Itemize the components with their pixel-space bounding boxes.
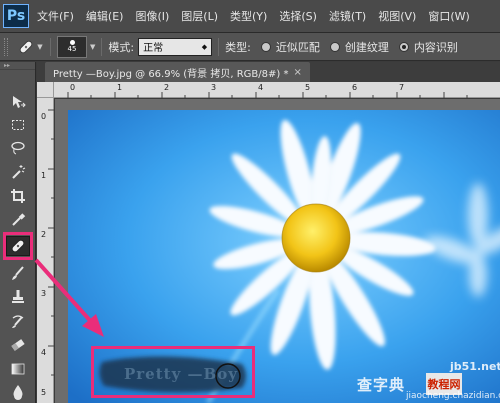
crop-tool[interactable] [6, 186, 30, 206]
photoshop-window: Ps 文件(F) 编辑(E) 图像(I) 图层(L) 类型(Y) 选择(S) 滤… [0, 0, 500, 403]
gradient-tool[interactable] [6, 359, 30, 379]
ruler-label: 3 [41, 289, 47, 298]
brush-tool[interactable] [6, 263, 30, 283]
ruler-label: 6 [352, 83, 358, 92]
ruler-label: 1 [117, 83, 123, 92]
menu-image[interactable]: 图像(I) [135, 8, 169, 24]
brush-icon [12, 266, 24, 280]
divider [101, 37, 103, 56]
menu-layer[interactable]: 图层(L) [181, 8, 218, 24]
radio-proximity-match-label: 近似匹配 [275, 40, 320, 54]
close-icon[interactable]: × [293, 67, 301, 78]
watermark-brand: 查字典 [357, 376, 406, 394]
tools-panel-header[interactable]: ▸▸ [0, 62, 35, 70]
brush-size: 45 [67, 45, 77, 53]
ruler-vertical[interactable]: 0 1 2 3 4 5 [37, 98, 54, 403]
chevron-down-icon[interactable]: ▼ [90, 43, 95, 51]
watermark-domain: jiaocheng.chazidian.com [406, 391, 500, 401]
menu-type[interactable]: 类型(Y) [230, 8, 267, 24]
eyedropper-tool[interactable] [6, 210, 30, 230]
radio-create-texture-label: 创建纹理 [344, 40, 389, 54]
radio-proximity-match[interactable] [260, 41, 271, 52]
eraser-icon [11, 339, 25, 351]
ruler-origin[interactable] [37, 82, 54, 98]
chevron-updown-icon: ◆ [201, 42, 208, 51]
menu-bar: Ps 文件(F) 编辑(E) 图像(I) 图层(L) 类型(Y) 选择(S) 滤… [0, 0, 500, 33]
document-tab[interactable]: Pretty —Boy.jpg @ 66.9% (背景 拷贝, RGB/8#) … [45, 62, 310, 82]
history-brush-tool[interactable] [6, 311, 30, 331]
radio-content-aware-label: 内容识别 [413, 40, 458, 54]
ruler-horizontal[interactable]: 0 1 2 3 4 5 6 7 [54, 82, 500, 98]
lasso-icon [11, 141, 25, 155]
chevron-down-icon: ▼ [37, 42, 43, 51]
app-logo[interactable]: Ps [3, 4, 29, 28]
menu-filter[interactable]: 滤镜(T) [329, 8, 366, 24]
tool-preset-picker[interactable]: ▼ [16, 37, 44, 57]
highlight-text-box [91, 346, 255, 398]
options-bar: ▼ 45 ▼ 模式: 正常 ◆ 类型: 近似匹配 创建纹理 内容识别 [0, 33, 500, 61]
ruler-label: 1 [41, 171, 47, 180]
ruler-label: 4 [41, 348, 47, 357]
type-label: 类型: [225, 40, 251, 54]
mode-select[interactable]: 正常 ◆ [138, 37, 213, 56]
options-grip[interactable] [4, 37, 8, 56]
radio-create-texture[interactable] [329, 41, 340, 52]
menu-window[interactable]: 窗口(W) [428, 8, 469, 24]
move-icon [13, 96, 26, 108]
mode-value: 正常 [143, 43, 164, 54]
document-tabs: Pretty —Boy.jpg @ 66.9% (背景 拷贝, RGB/8#) … [37, 62, 500, 82]
menu-file[interactable]: 文件(F) [37, 8, 74, 24]
magic-wand-icon [12, 165, 26, 179]
brush-picker[interactable]: 45 [57, 35, 87, 58]
lasso-tool[interactable] [6, 138, 30, 158]
blur-icon [13, 385, 23, 400]
spot-healing-brush-icon [20, 40, 33, 53]
highlight-tool-box [3, 232, 33, 260]
mode-label: 模式: [108, 40, 135, 54]
document-tab-title: Pretty —Boy.jpg @ 66.9% (背景 拷贝, RGB/8#) … [53, 68, 289, 80]
eraser-tool[interactable] [6, 335, 30, 355]
marquee-icon [12, 120, 24, 130]
ruler-label: 0 [70, 83, 76, 92]
clone-stamp-icon [12, 290, 24, 303]
menu-edit[interactable]: 编辑(E) [86, 8, 124, 24]
ruler-label: 7 [399, 83, 405, 92]
crop-icon [11, 189, 25, 203]
gradient-icon [11, 363, 25, 375]
divider [218, 37, 220, 56]
move-tool[interactable] [6, 92, 30, 112]
magic-wand-tool[interactable] [6, 162, 30, 182]
divider [50, 37, 51, 56]
ruler-label: 0 [41, 112, 47, 121]
radio-content-aware[interactable] [398, 41, 409, 52]
eyedropper-icon [12, 213, 26, 226]
blur-tool[interactable] [6, 382, 30, 402]
ruler-ticks [48, 109, 54, 376]
menu-view[interactable]: 视图(V) [378, 8, 416, 24]
ruler-label: 2 [41, 230, 47, 239]
history-brush-icon [12, 315, 24, 328]
marquee-tool[interactable] [6, 115, 30, 135]
menu-select[interactable]: 选择(S) [279, 8, 317, 24]
ruler-label: 5 [305, 83, 311, 92]
ruler-label: 4 [258, 83, 264, 92]
watermark-site: jb51.net [450, 360, 500, 373]
ruler-label: 5 [41, 388, 47, 397]
ruler-label: 3 [211, 83, 217, 92]
ruler-label: 2 [164, 83, 170, 92]
clone-stamp-tool[interactable] [6, 287, 30, 307]
